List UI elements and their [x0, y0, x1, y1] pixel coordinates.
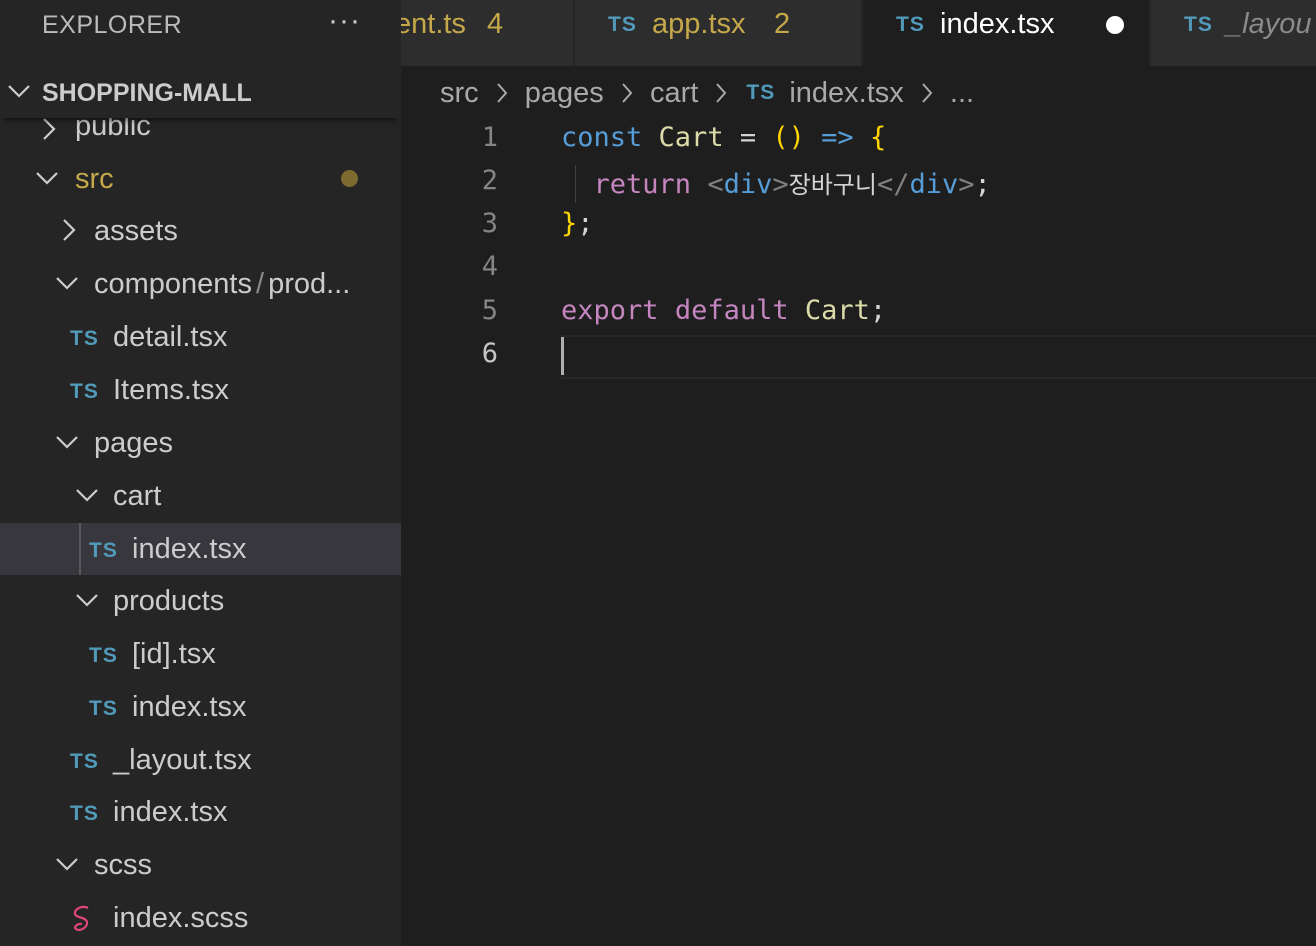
tree-item-label: [id].tsx: [132, 638, 216, 670]
tree-item-label: Items.tsx: [113, 374, 230, 406]
tree-item-label: components / prod...: [94, 268, 351, 300]
code-content: return <div>장바구니</div>;: [593, 169, 991, 200]
line-number: 6: [481, 338, 498, 369]
unsaved-dot-icon[interactable]: [1106, 16, 1124, 34]
chevron-right-icon: [922, 83, 933, 104]
tree-item-items-tsx[interactable]: TS Items.tsx: [0, 364, 401, 416]
chevron-right-icon: [622, 83, 633, 104]
problem-count-badge: 2: [774, 8, 791, 40]
chevron-down-icon: [56, 858, 78, 871]
typescript-file-icon: TS: [1184, 13, 1213, 36]
code-line: 6: [401, 334, 1316, 377]
code-line: 1 const Cart = () => {: [401, 118, 1316, 161]
code-content: export default Cart;: [561, 295, 887, 326]
tab-label: app.tsx: [652, 8, 746, 40]
breadcrumb-file[interactable]: index.tsx: [789, 77, 903, 109]
tree-item-cart[interactable]: cart: [0, 470, 401, 522]
tree-item-label: _layout.tsx: [113, 744, 252, 776]
typescript-file-icon: TS: [896, 13, 925, 36]
chevron-down-icon: [56, 436, 78, 449]
tree-item-cart-index-tsx[interactable]: TS index.tsx: [0, 523, 401, 575]
tab-label: index.tsx: [940, 8, 1055, 40]
breadcrumb-item[interactable]: cart: [650, 77, 698, 109]
tree-item-pages-index-tsx[interactable]: TS index.tsx: [0, 786, 401, 838]
chevron-right-icon: [43, 118, 56, 140]
chevron-down-icon: [36, 172, 58, 185]
tree-item-detail-tsx[interactable]: TS detail.tsx: [0, 311, 401, 363]
tab-label: _layou: [1226, 8, 1312, 40]
breadcrumb-item[interactable]: pages: [525, 77, 604, 109]
tree-item-index-scss[interactable]: index.scss: [0, 892, 401, 944]
tree-item-label: detail.tsx: [113, 321, 228, 353]
editor-tabs: ent.ts 4 TS app.tsx 2 TS index.tsx TS _l…: [401, 0, 1316, 66]
code-line: 3 };: [401, 204, 1316, 247]
tree-item-pages[interactable]: pages: [0, 417, 401, 469]
typescript-file-icon: TS: [89, 644, 118, 667]
tree-item-label: products: [113, 585, 225, 617]
typescript-file-icon: TS: [70, 380, 99, 403]
tree-item-components[interactable]: components / prod...: [0, 258, 401, 310]
tree-item-label: index.scss: [113, 902, 249, 934]
problem-count-badge: 4: [487, 8, 504, 40]
text-cursor: [561, 337, 564, 375]
line-number: 1: [481, 122, 498, 153]
tree-item-scss[interactable]: scss: [0, 839, 401, 891]
tab-index-tsx[interactable]: TS index.tsx: [863, 0, 1149, 66]
tab-layout-tsx[interactable]: TS _layou: [1151, 0, 1316, 66]
indent-guide: [79, 523, 81, 575]
chevron-right-icon: [63, 219, 76, 241]
folder-header-shopping-mall[interactable]: SHOPPING-MALL: [0, 66, 401, 118]
tree-item-label: pages: [94, 427, 174, 459]
chevron-right-icon: [496, 83, 508, 104]
typescript-file-icon: TS: [70, 802, 99, 825]
chevron-down-icon: [56, 277, 78, 290]
explorer-title: EXPLORER: [42, 11, 183, 39]
code-editor[interactable]: 1 const Cart = () => { 2 return <div>장바구…: [401, 118, 1316, 946]
tree-item-label: scss: [94, 849, 152, 881]
tree-item-products[interactable]: products: [0, 575, 401, 627]
tree-item-products-index-tsx[interactable]: TS index.tsx: [0, 681, 401, 733]
chevron-right-icon: [716, 83, 727, 104]
code-line: 4: [401, 247, 1316, 290]
breadcrumb: src pages cart TS index.tsx ...: [440, 76, 974, 112]
sass-file-icon: [73, 905, 89, 931]
tree-item-label: assets: [94, 215, 178, 247]
code-content: };: [561, 208, 594, 239]
typescript-file-icon: TS: [89, 539, 118, 562]
tree-item-id-tsx[interactable]: TS [id].tsx: [0, 628, 401, 680]
tree-item-layout-tsx[interactable]: TS _layout.tsx: [0, 734, 401, 786]
typescript-file-icon: TS: [746, 81, 776, 105]
typescript-file-icon: TS: [70, 750, 99, 773]
breadcrumb-item[interactable]: src: [440, 77, 479, 109]
line-number: 5: [481, 295, 498, 326]
explorer-sidebar: EXPLORER ··· SHOPPING-MALL public src as…: [0, 0, 401, 946]
modified-indicator-icon: [341, 170, 358, 187]
tree-item-label: index.tsx: [113, 796, 228, 828]
tree-item-label: src: [75, 163, 114, 195]
chevron-down-icon: [76, 594, 98, 607]
code-line: 2 return <div>장바구니</div>;: [401, 161, 1316, 204]
code-line: 5 export default Cart;: [401, 291, 1316, 334]
tab-label: ent.ts: [401, 8, 466, 40]
explorer-header: EXPLORER ···: [0, 0, 401, 50]
chevron-down-icon: [8, 85, 30, 98]
typescript-file-icon: TS: [608, 13, 637, 36]
tree-item-label: cart: [113, 480, 162, 512]
tree-item-label: index.tsx: [132, 533, 247, 565]
typescript-file-icon: TS: [89, 697, 118, 720]
breadcrumb-more[interactable]: ...: [950, 77, 974, 109]
more-actions-icon[interactable]: ···: [328, 4, 361, 38]
tab-ent-ts[interactable]: ent.ts 4: [401, 0, 573, 66]
typescript-file-icon: TS: [70, 327, 99, 350]
line-number: 4: [481, 251, 498, 282]
line-number: 3: [481, 208, 498, 239]
chevron-down-icon: [76, 489, 98, 502]
tree-item-assets[interactable]: assets: [0, 205, 401, 257]
line-number: 2: [481, 165, 498, 196]
tab-app-tsx[interactable]: TS app.tsx 2: [575, 0, 861, 66]
code-content: const Cart = () => {: [561, 122, 887, 153]
folder-title: SHOPPING-MALL: [42, 79, 252, 107]
tree-item-label: index.tsx: [132, 691, 247, 723]
